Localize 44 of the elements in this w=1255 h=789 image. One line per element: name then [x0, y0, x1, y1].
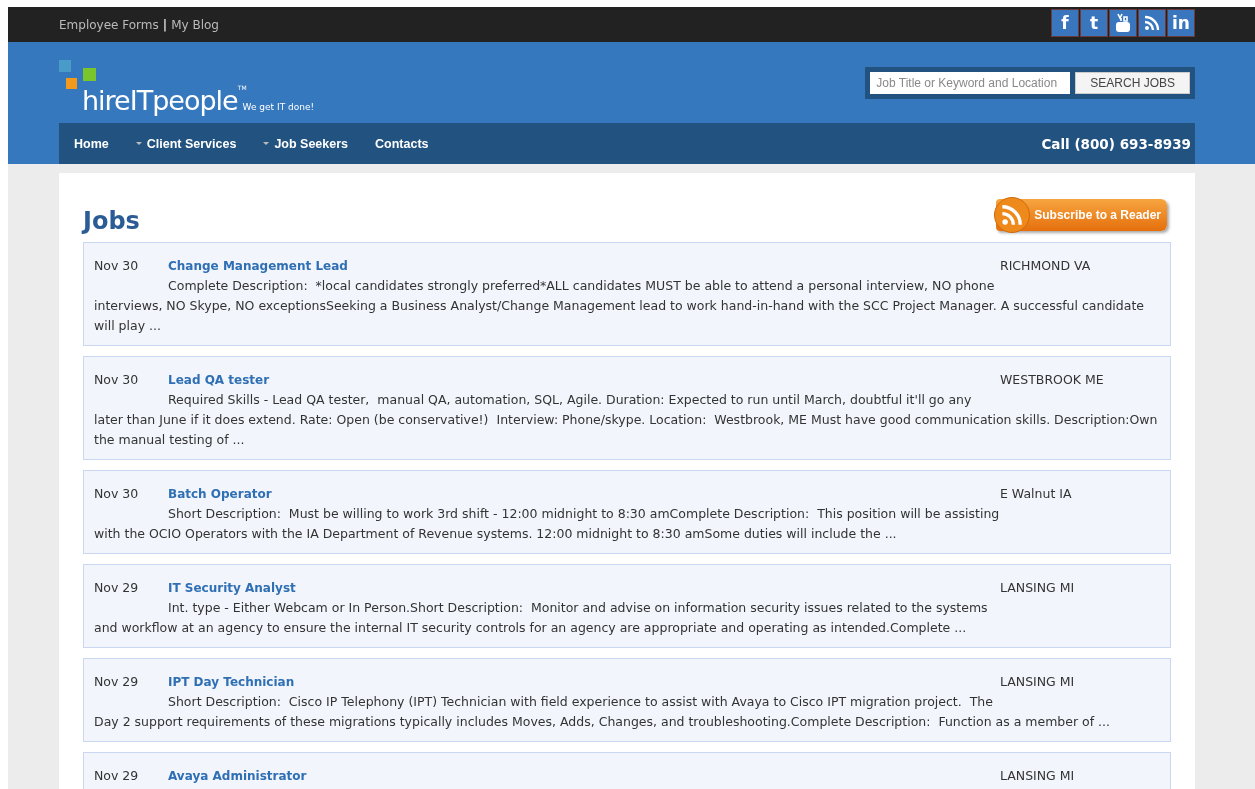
- caret-icon: [263, 142, 270, 145]
- rss-icon: [994, 197, 1031, 233]
- job-title-link[interactable]: Batch Operator: [168, 484, 272, 504]
- facebook-icon[interactable]: f: [1051, 9, 1079, 37]
- subscribe-button[interactable]: Subscribe to a Reader: [996, 199, 1167, 231]
- job-date: Nov 30: [94, 485, 140, 503]
- job-location: LANSING MI: [1000, 767, 1076, 785]
- caret-icon: [135, 142, 142, 145]
- video-icon[interactable]: [1109, 9, 1137, 37]
- search-jobs-button[interactable]: SEARCH JOBS: [1075, 71, 1190, 94]
- search-field[interactable]: Job Title or Keyword and Location: [870, 71, 1071, 94]
- job-title-link[interactable]: IPT Day Technician: [168, 672, 295, 692]
- job-title-link[interactable]: Lead QA tester: [168, 370, 270, 390]
- nav-item[interactable]: Client Services: [135, 136, 237, 151]
- nav-item[interactable]: Home: [74, 136, 109, 151]
- top-link[interactable]: Employee Forms: [59, 17, 159, 32]
- job-description: Short Description: Cisco IP Telephony (IPT) Technician with field experience to assist with Avaya to Cisco IPT migration project. The Day 2 support requirements of these migrations typically includes Moves, Adds, Changes, and troubleshooting.Complete Description: Function as a member of ...: [94, 693, 1112, 731]
- job-date: Nov 29: [94, 579, 140, 597]
- job-date: Nov 30: [94, 371, 140, 389]
- nav-item[interactable]: Job Seekers: [263, 136, 349, 151]
- link-separator: |: [162, 17, 168, 32]
- job-date: Nov 29: [94, 673, 140, 691]
- job-title-link[interactable]: Change Management Lead: [168, 256, 348, 276]
- job-location: E Walnut IA: [1000, 485, 1073, 503]
- job-date: Nov 30: [94, 257, 140, 275]
- job-location: LANSING MI: [1000, 579, 1076, 597]
- top-link[interactable]: My Blog: [171, 17, 219, 32]
- job-description: Required Skills - Lead QA tester, manual QA, automation, SQL, Agile. Duration: Expected to run until March, doubtful it'll go any later than June if it does extend. Rate: Open (be conservative!) Interview: Phone/skype. Location: Westbrook, ME Must have good communication skills. Description:Own the manual testing of ...: [94, 391, 1158, 449]
- linkedin-icon[interactable]: in: [1167, 9, 1195, 37]
- job-description: Complete Description: *local candidates strongly preferred*ALL candidates MUST be able to attend a personal interview, NO phone interviews, NO Skype, NO exceptionsSeeking a Business Analyst/Change Management lead to work hand-in-hand with the SCC Project Manager. A successful candidate will play ...: [94, 277, 1145, 335]
- job-location: WESTBROOK ME: [1000, 371, 1105, 389]
- job-location: RICHMOND VA: [1000, 257, 1092, 275]
- job-description: Int. type - Either Webcam or In Person.Short Description: Monitor and advise on information security issues related to the systems and workflow at an agency to ensure the internal IT security controls for an agency are appropriate and operating as intended.Complete ...: [94, 599, 989, 637]
- nav-item[interactable]: Contacts: [375, 136, 429, 151]
- job-title-link[interactable]: Avaya Administrator: [168, 766, 307, 786]
- job-location: LANSING MI: [1000, 673, 1076, 691]
- rss-icon[interactable]: [1138, 9, 1166, 37]
- job-description: Short Description: Must be willing to work 3rd shift - 12:00 midnight to 8:30 amComplete Description: This position will be assisting with the OCIO Operators with the IA Department of Revenue systems. 12:00 midnight to 8:30 amSome duties will include the ...: [94, 505, 1001, 543]
- site-logo[interactable]: hireITpeople$^{TM}$ We get IT done!: [59, 51, 315, 114]
- page-title: Jobs: [83, 207, 140, 235]
- twitter-icon[interactable]: t: [1080, 9, 1108, 37]
- job-date: Nov 29: [94, 767, 140, 785]
- job-title-link[interactable]: IT Security Analyst: [168, 578, 296, 598]
- phone-number: Call (800) 693-8939: [1041, 135, 1191, 152]
